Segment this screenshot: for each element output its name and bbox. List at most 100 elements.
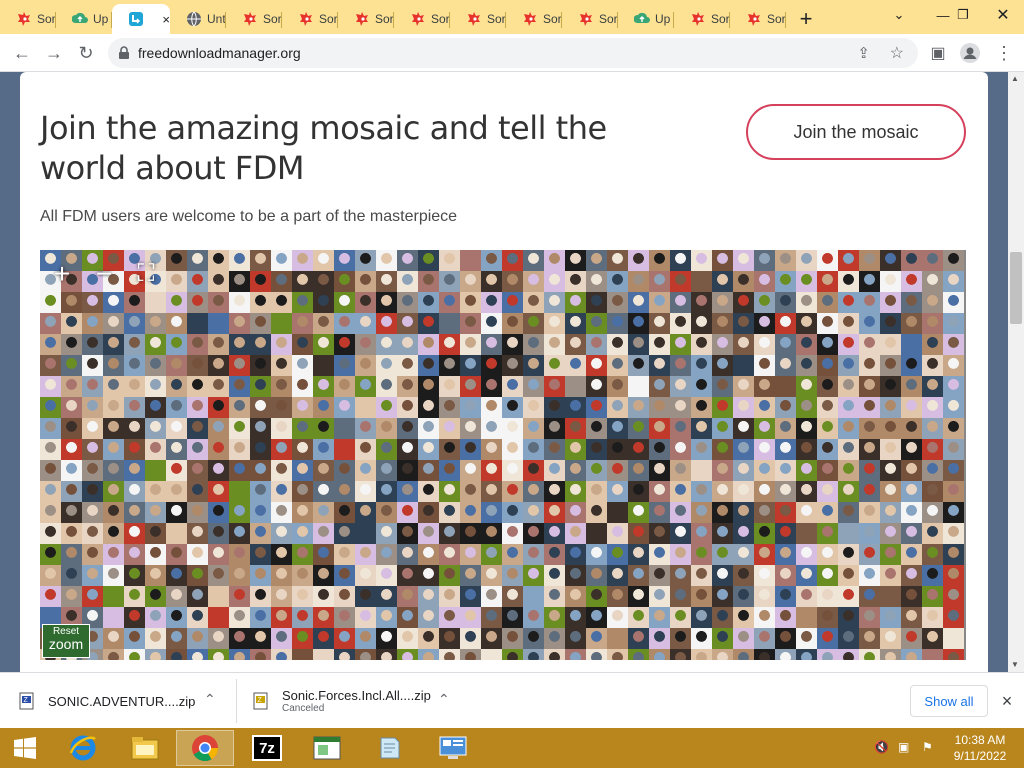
close-tab-icon[interactable]: × (162, 12, 170, 27)
network-icon[interactable]: ▣ (898, 740, 914, 756)
zip-file-icon: Z (253, 692, 268, 710)
tab-search-icon[interactable]: ⌄ (884, 0, 914, 30)
file-explorer-icon[interactable] (116, 730, 174, 766)
sonic-icon (242, 11, 258, 27)
download-filename: Sonic.Forces.Incl.All....zip (282, 688, 431, 703)
tab-0[interactable]: Sor (0, 4, 56, 34)
svg-text:Z: Z (24, 697, 29, 704)
show-all-downloads-button[interactable]: Show all (910, 685, 988, 717)
tab-5[interactable]: Sor (282, 4, 338, 34)
sonic-icon (466, 11, 482, 27)
tab-8[interactable]: Sor (450, 4, 506, 34)
reset-zoom-button[interactable]: Reset zoom (42, 624, 90, 658)
tab-6[interactable]: Sor (338, 4, 394, 34)
tab-7[interactable]: Sor (394, 4, 450, 34)
chevron-up-icon[interactable]: ⌃ (204, 691, 216, 708)
browser-toolbar: ← → ↻ freedownloadmanager.org ⇪ ☆ ▣ ⋮ (0, 34, 1024, 72)
page-title: Join the amazing mosaic and tell the wor… (40, 109, 607, 187)
sonic-icon (578, 11, 594, 27)
tab-title: Sor (431, 12, 449, 26)
upload-icon (634, 11, 650, 27)
join-mosaic-button[interactable]: Join the mosaic (746, 104, 966, 160)
tab-2[interactable]: × (112, 4, 170, 34)
tab-12[interactable]: Sor (674, 4, 730, 34)
reload-icon[interactable]: ↻ (70, 37, 102, 69)
lock-icon (119, 46, 129, 59)
windows-logo-icon (14, 737, 36, 759)
zoom-in-icon[interactable]: + (44, 256, 80, 292)
globe-icon (186, 11, 202, 27)
chrome-taskbar-icon[interactable] (176, 730, 234, 766)
tab-9[interactable]: Sor (506, 4, 562, 34)
bookmark-star-icon[interactable]: ☆ (890, 43, 904, 63)
url-text: freedownloadmanager.org (138, 45, 301, 61)
tab-title: Sor (767, 12, 785, 26)
windows-taskbar: 7z 🔇 ▣ ⚑ 10:38 AM 9/11/2022 (0, 728, 1024, 768)
tab-title: Unt (207, 12, 225, 26)
zip-file-icon: Z (19, 692, 34, 710)
download-filename: SONIC.ADVENTUR....zip (48, 693, 196, 709)
tab-title: Up (93, 12, 109, 26)
control-panel-icon[interactable] (424, 730, 482, 766)
tab-4[interactable]: Sor (226, 4, 282, 34)
tab-1[interactable]: Up (56, 4, 112, 34)
tab-10[interactable]: Sor (562, 4, 618, 34)
address-bar[interactable]: freedownloadmanager.org ⇪ ☆ (108, 38, 918, 68)
forward-icon[interactable]: → (38, 37, 70, 69)
mosaic-card: Join the amazing mosaic and tell the wor… (20, 72, 988, 672)
fullscreen-icon[interactable]: ⛶ (128, 256, 164, 292)
restore-icon[interactable]: ❐ (948, 0, 978, 30)
download-item[interactable]: Z SONIC.ADVENTUR....zip ⌃ (18, 681, 228, 721)
scroll-up-icon[interactable]: ▲ (1011, 74, 1019, 83)
tab-title: Sor (263, 12, 281, 26)
zoom-out-icon[interactable]: − (86, 256, 122, 292)
tab-title: Sor (599, 12, 617, 26)
close-window-icon[interactable]: ✕ (988, 0, 1018, 30)
close-download-shelf-icon[interactable]: × (996, 687, 1018, 715)
back-icon[interactable]: ← (6, 37, 38, 69)
sonic-icon (16, 11, 32, 27)
tab-strip: Sor Up × Unt Sor Sor Sor Sor Sor Sor Sor Up Sor Sor +… (0, 0, 1024, 34)
upload-icon (72, 11, 88, 27)
tab-11[interactable]: Up (618, 4, 674, 34)
tab-title: Sor (37, 12, 55, 26)
tab-title: Up (655, 12, 671, 26)
tab-title: Sor (543, 12, 561, 26)
start-button[interactable] (0, 730, 50, 766)
sonic-icon (354, 11, 370, 27)
internet-explorer-icon[interactable] (54, 730, 112, 766)
profile-avatar-icon[interactable] (954, 37, 986, 69)
action-center-icon[interactable]: ⚑ (922, 740, 938, 756)
reset-zoom-label-bottom: zoom (48, 636, 84, 652)
7zip-icon[interactable]: 7z (238, 730, 296, 766)
scroll-down-icon[interactable]: ▼ (1011, 660, 1019, 669)
page-viewport: Join the amazing mosaic and tell the wor… (0, 72, 1008, 672)
sonic-icon (746, 11, 762, 27)
menu-kebab-icon[interactable]: ⋮ (988, 37, 1020, 69)
clock-time: 10:38 AM (954, 733, 1006, 747)
page-subtitle: All FDM users are welcome to be a part o… (40, 208, 458, 225)
chevron-up-icon[interactable]: ⌃ (438, 691, 450, 708)
scrollbar-thumb[interactable] (1010, 252, 1022, 324)
download-shelf: Z SONIC.ADVENTUR....zip ⌃ Z Sonic.Forces… (0, 672, 1024, 728)
sonic-icon (298, 11, 314, 27)
volume-muted-icon[interactable]: 🔇 (874, 740, 890, 756)
tab-13[interactable]: Sor (730, 4, 786, 34)
side-panel-icon[interactable]: ▣ (922, 37, 954, 69)
application-window-icon[interactable] (298, 730, 356, 766)
share-icon[interactable]: ⇪ (857, 44, 870, 62)
user-photo-mosaic[interactable]: + − ⛶ Reset zoom (40, 250, 966, 660)
notepad-icon[interactable] (360, 730, 418, 766)
clock-date: 9/11/2022 (953, 749, 1007, 763)
tab-3[interactable]: Unt (170, 4, 226, 34)
tab-title: Sor (319, 12, 337, 26)
sonic-icon (690, 11, 706, 27)
system-clock[interactable]: 10:38 AM 9/11/2022 (944, 732, 1016, 764)
page-scrollbar[interactable]: ▲ ▼ (1008, 72, 1024, 672)
mosaic-tiles (40, 250, 966, 660)
divider (236, 679, 237, 723)
tab-title: Sor (711, 12, 729, 26)
fdm-icon (128, 11, 144, 27)
download-item[interactable]: Z Sonic.Forces.Incl.All....zip Canceled … (252, 681, 462, 721)
new-tab-button[interactable]: + (786, 4, 826, 34)
